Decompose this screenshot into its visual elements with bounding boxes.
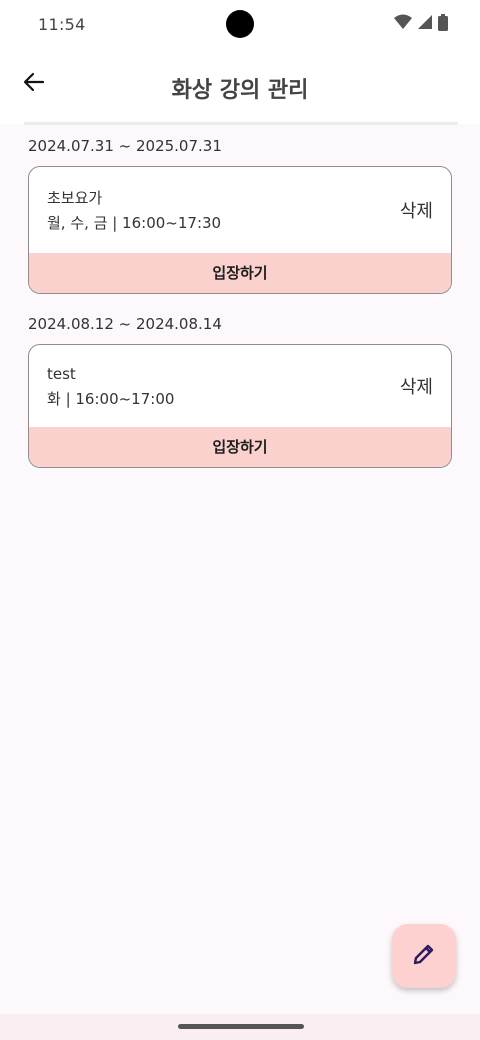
pencil-icon	[411, 941, 437, 971]
lecture-section: 2024.08.12 ~ 2024.08.14 test 화 | 16:00~1…	[0, 304, 480, 468]
lecture-list: 2024.07.31 ~ 2025.07.31 초보요가 월, 수, 금 | 1…	[0, 126, 480, 468]
lecture-card: test 화 | 16:00~17:00 삭제 입장하기	[28, 344, 452, 468]
lecture-title: 초보요가	[47, 189, 103, 207]
lecture-card: 초보요가 월, 수, 금 | 16:00~17:30 삭제 입장하기	[28, 166, 452, 294]
page-title: 화상 강의 관리	[171, 78, 309, 103]
delete-button[interactable]: 삭제	[400, 197, 433, 223]
card-body: test 화 | 16:00~17:00 삭제	[29, 345, 451, 427]
status-time: 11:54	[38, 14, 86, 34]
status-icons	[394, 13, 448, 35]
camera-cutout	[226, 10, 254, 38]
enter-button[interactable]: 입장하기	[29, 427, 451, 467]
date-range: 2024.07.31 ~ 2025.07.31	[28, 137, 222, 155]
lecture-schedule: 월, 수, 금 | 16:00~17:30	[47, 214, 222, 232]
battery-icon	[438, 13, 448, 35]
title-divider	[24, 122, 458, 125]
screen: 11:54 화상 강의 관리 2024.07.31 ~ 2025.07.31 초…	[0, 0, 480, 1040]
navigation-bar	[0, 1014, 480, 1040]
date-range: 2024.08.12 ~ 2024.08.14	[28, 315, 222, 333]
lecture-title: test	[47, 365, 76, 383]
delete-button[interactable]: 삭제	[400, 373, 433, 399]
home-indicator[interactable]	[178, 1024, 304, 1029]
enter-button[interactable]: 입장하기	[29, 253, 451, 293]
card-body: 초보요가 월, 수, 금 | 16:00~17:30 삭제	[29, 167, 451, 253]
cell-signal-icon	[418, 14, 432, 34]
wifi-icon	[394, 14, 412, 34]
lecture-schedule: 화 | 16:00~17:00	[47, 390, 175, 408]
app-bar: 화상 강의 관리	[0, 48, 480, 124]
status-bar: 11:54	[0, 0, 480, 48]
edit-fab-button[interactable]	[392, 924, 456, 988]
lecture-section: 2024.07.31 ~ 2025.07.31 초보요가 월, 수, 금 | 1…	[0, 126, 480, 294]
